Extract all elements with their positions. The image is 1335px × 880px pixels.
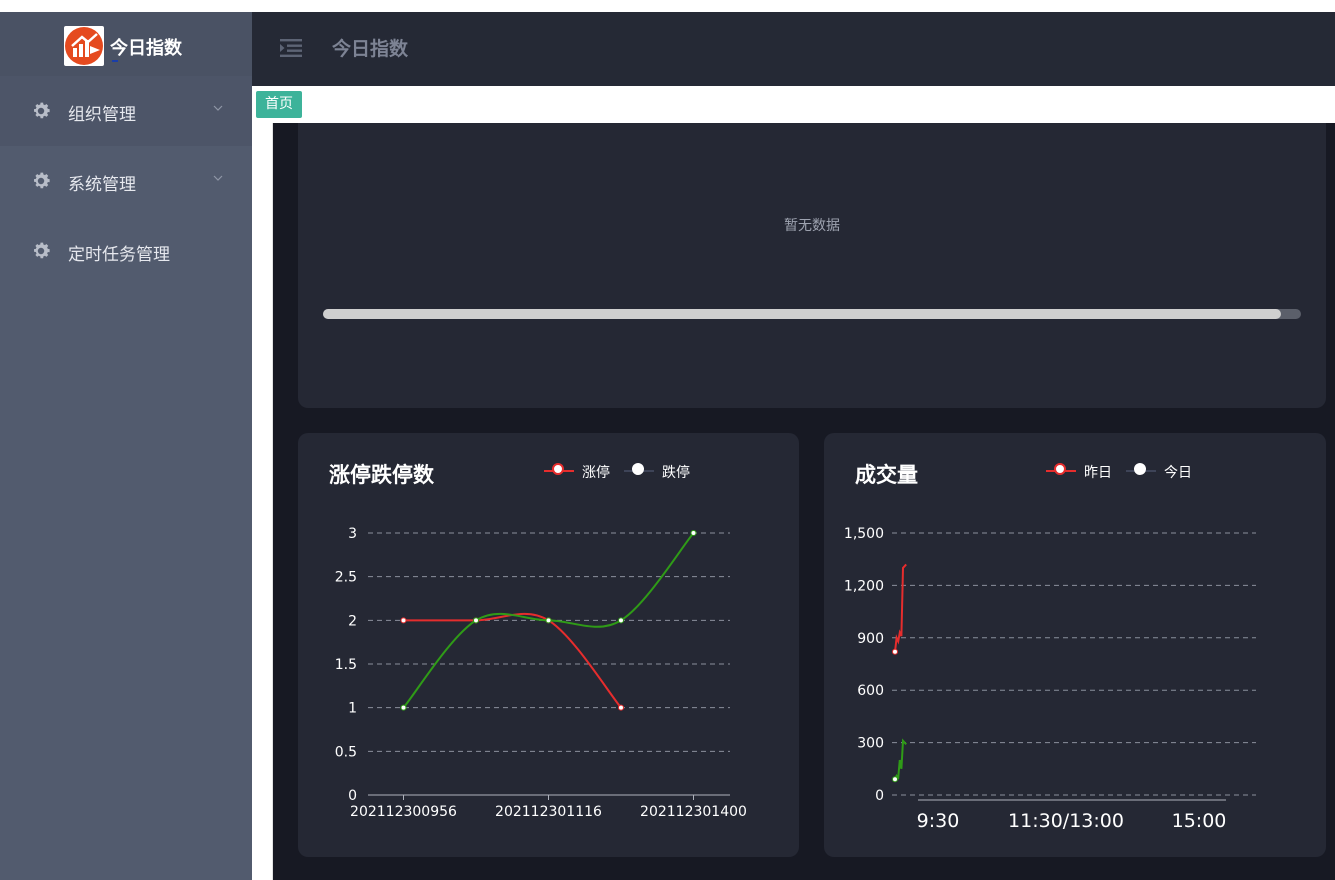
tabs-bar: 首页 xyxy=(252,86,1335,123)
x-tick-label: 11:30/13:00 xyxy=(1008,810,1124,832)
x-tick-label: 202112301400 xyxy=(640,804,747,820)
sidebar-item-system[interactable]: 系统管理 xyxy=(0,146,252,216)
x-tick-label: 15:00 xyxy=(1172,810,1227,832)
sidebar-item-scheduled-tasks[interactable]: 定时任务管理 xyxy=(0,216,252,286)
chevron-down-icon xyxy=(213,105,223,111)
data-point xyxy=(892,776,898,783)
series-line-today xyxy=(894,738,907,780)
gear-icon xyxy=(34,242,50,259)
content-left-gutter xyxy=(258,123,273,880)
data-point xyxy=(400,704,407,711)
chevron-down-icon xyxy=(213,175,223,181)
horizontal-scrollbar[interactable] xyxy=(323,309,1301,319)
sidebar-item-label: 系统管理 xyxy=(68,175,136,195)
series-line-limit-up xyxy=(403,612,622,709)
y-tick-label: 3 xyxy=(348,526,357,542)
sidebar-item-label: 组织管理 xyxy=(68,105,136,125)
y-tick-label: 1.5 xyxy=(335,657,357,673)
data-point xyxy=(400,617,407,624)
y-tick-label: 1,500 xyxy=(844,526,884,542)
empty-state-text: 暂无数据 xyxy=(784,218,840,234)
scrollbar-thumb[interactable] xyxy=(323,309,1282,319)
gear-icon xyxy=(34,102,50,119)
sidebar-item-organization[interactable]: 组织管理 xyxy=(0,76,252,146)
index-panel: 暂无数据 xyxy=(298,123,1326,408)
data-point xyxy=(473,617,479,624)
data-point xyxy=(618,617,624,624)
logo-image xyxy=(64,26,104,66)
data-point xyxy=(690,530,697,536)
data-point xyxy=(892,648,898,655)
y-tick-label: 1 xyxy=(348,701,357,717)
sidebar-item-label: 定时任务管理 xyxy=(68,245,170,265)
y-tick-label: 300 xyxy=(857,736,884,752)
tab-home[interactable]: 首页 xyxy=(256,91,302,118)
limit-up-down-line-chart: 0 0.5 1 1.5 2 2.5 3 202112300956 202112301116 202… xyxy=(335,526,747,820)
page-title: 今日指数 xyxy=(332,38,409,60)
x-tick-label: 9:30 xyxy=(917,810,960,832)
gear-icon xyxy=(34,172,50,189)
y-tick-label: 2 xyxy=(348,613,357,629)
menu-fold-icon[interactable] xyxy=(280,38,302,58)
sidebar: 今日指数 组织管理 系统管理 定时任务管理 xyxy=(0,12,252,880)
top-header: 今日指数 xyxy=(252,12,1335,86)
x-tick-label: 202112300956 xyxy=(350,804,457,820)
y-tick-label: 600 xyxy=(857,683,884,699)
logo-chart-icon xyxy=(65,27,103,65)
y-tick-label: 1,200 xyxy=(844,578,884,594)
logo-bar: 今日指数 xyxy=(0,12,252,76)
y-tick-label: 2.5 xyxy=(335,570,357,586)
logo-title: 今日指数 xyxy=(110,34,182,62)
y-tick-label: 900 xyxy=(857,631,884,647)
series-line-yesterday xyxy=(894,563,907,652)
volume-line-chart: 0 300 600 900 1,200 1,500 9:30 11:30/13:00 15:00 xyxy=(844,526,1256,832)
y-tick-label: 0 xyxy=(875,788,884,804)
y-tick-label: 0.5 xyxy=(335,744,357,760)
y-tick-label: 0 xyxy=(348,788,357,804)
x-tick-label: 202112301116 xyxy=(495,804,602,820)
data-point xyxy=(545,617,552,624)
limit-up-down-chart-panel: 涨停跌停数 涨停 跌停 0 0.5 1 1.5 2 2.5 3 202112300956 202… xyxy=(298,433,799,857)
data-point xyxy=(618,704,624,711)
volume-chart-panel: 成交量 昨日 今日 0 300 600 900 1,200 1,500 9:30 11:30/… xyxy=(824,433,1326,857)
